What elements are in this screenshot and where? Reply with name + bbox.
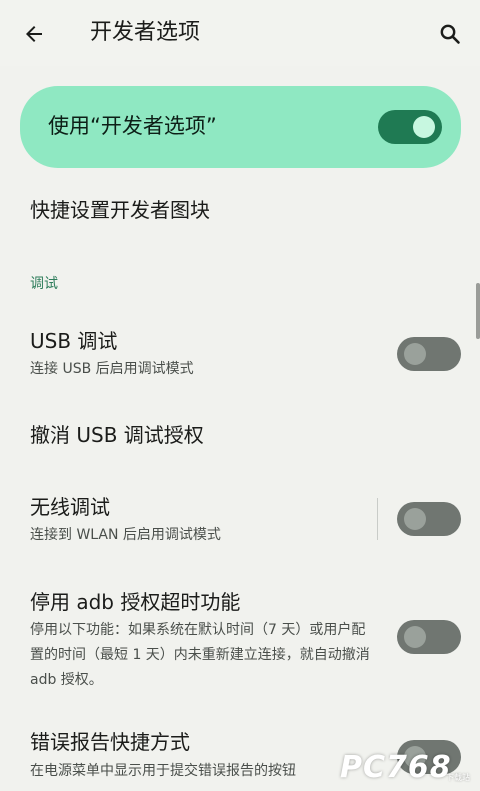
watermark-text: PC768 <box>340 750 452 785</box>
toggle-thumb <box>404 343 426 365</box>
toggle-thumb <box>404 508 426 530</box>
search-icon <box>440 24 460 44</box>
toggle-thumb <box>404 626 426 648</box>
wireless-debugging-toggle[interactable] <box>397 502 461 536</box>
master-toggle[interactable] <box>378 110 442 144</box>
scrollbar[interactable] <box>476 283 480 339</box>
toggle-thumb <box>413 116 435 138</box>
debugging-section-header: 调试 <box>30 276 58 292</box>
bug-report-shortcut-summary: 在电源菜单中显示用于提交错误报告的按钮 <box>30 763 296 779</box>
disable-adb-timeout-item[interactable]: 停用 adb 授权超时功能 停用以下功能：如果系统在默认时间（7 天）或用户配置… <box>0 584 480 694</box>
usb-debugging-summary: 连接 USB 后启用调试模式 <box>30 361 194 377</box>
search-button[interactable] <box>430 14 470 54</box>
back-button[interactable] <box>14 14 54 54</box>
watermark-logo: PC768 下载站 <box>340 751 470 785</box>
top-app-bar: 开发者选项 <box>0 0 480 66</box>
arrow-back-icon <box>26 26 42 42</box>
disable-adb-timeout-summary: 停用以下功能：如果系统在默认时间（7 天）或用户配置的时间（最短 1 天）内未重… <box>30 622 370 688</box>
wireless-debugging-divider <box>377 498 378 540</box>
master-switch-label: 使用“开发者选项” <box>48 114 217 138</box>
disable-adb-timeout-toggle[interactable] <box>397 620 461 654</box>
page-title: 开发者选项 <box>90 20 201 45</box>
usb-debugging-toggle[interactable] <box>397 337 461 371</box>
wireless-debugging-summary: 连接到 WLAN 后启用调试模式 <box>30 527 221 543</box>
wireless-debugging-item[interactable]: 无线调试 连接到 WLAN 后启用调试模式 <box>0 484 480 560</box>
quick-settings-tiles-title: 快捷设置开发者图块 <box>30 198 210 222</box>
revoke-usb-debugging-item[interactable]: 撤消 USB 调试授权 <box>0 410 480 464</box>
watermark-subtext: 下载站 <box>446 773 470 782</box>
revoke-usb-debugging-title: 撤消 USB 调试授权 <box>30 423 204 447</box>
usb-debugging-title: USB 调试 <box>30 329 118 353</box>
developer-options-master-switch[interactable]: 使用“开发者选项” <box>20 86 461 168</box>
disable-adb-timeout-title: 停用 adb 授权超时功能 <box>30 590 241 614</box>
usb-debugging-item[interactable]: USB 调试 连接 USB 后启用调试模式 <box>0 318 480 398</box>
quick-settings-tiles-item[interactable]: 快捷设置开发者图块 <box>0 178 480 248</box>
wireless-debugging-title: 无线调试 <box>30 495 110 519</box>
bug-report-shortcut-title: 错误报告快捷方式 <box>30 730 190 754</box>
